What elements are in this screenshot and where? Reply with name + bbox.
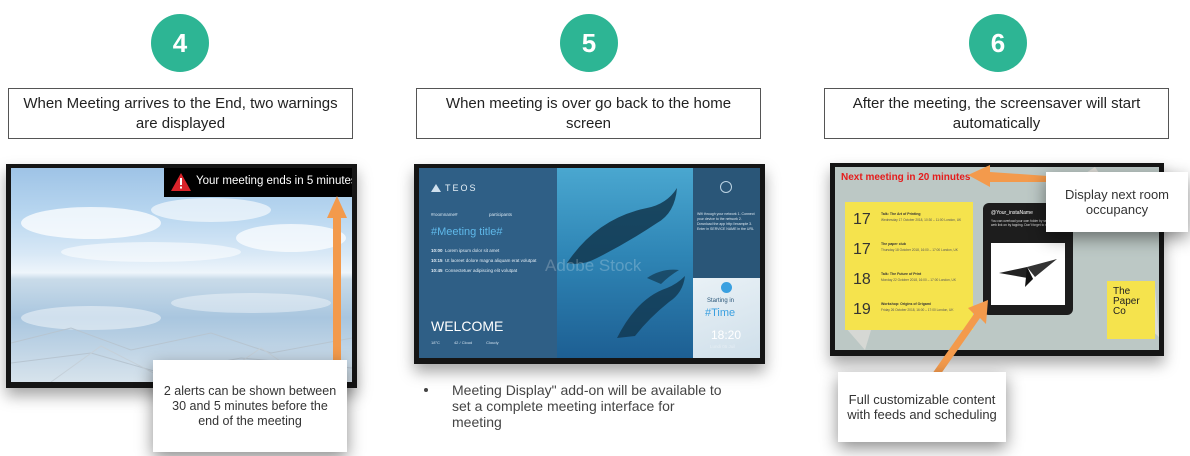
tv-display-5: Adobe Stock TEOS #roomname# participants… <box>414 164 765 364</box>
salt-flat-screen: Your meeting ends in 5 minutes <box>11 168 352 382</box>
warning-banner: Your meeting ends in 5 minutes <box>164 168 352 197</box>
arrow-up-right-icon <box>932 300 988 378</box>
meeting-title: #Meeting title# <box>431 226 503 238</box>
arrow-up-icon <box>327 196 347 364</box>
event-item: 18 Talk: The Future of Print Monday 22 O… <box>853 271 956 288</box>
bullet-icon <box>424 388 428 392</box>
agenda-item: 10:15 Ut laoreet dolore magna aliquam er… <box>431 258 537 263</box>
whale-image: Adobe Stock <box>545 168 693 358</box>
room-label: #roomname# <box>431 212 458 217</box>
time-tag: #Time <box>705 307 736 319</box>
date: Lundi 05 Juil <box>710 344 736 349</box>
step-6-number: 6 <box>990 27 1006 58</box>
step-4-badge: 4 <box>151 14 209 72</box>
agenda-item: 10:45 Consectetuer adipiscing elit volut… <box>431 268 518 273</box>
customizable-content-callout: Full customizable content with feeds and… <box>838 372 1006 442</box>
origami-photo <box>991 243 1065 305</box>
tv-display-4: Your meeting ends in 5 minutes <box>6 164 357 388</box>
clock: 18:20 <box>711 328 742 342</box>
room-occupancy-callout: Display next room occupancy <box>1046 172 1188 232</box>
step-6-badge: 6 <box>969 14 1027 72</box>
arrow-left-icon <box>968 165 1048 187</box>
warning-triangle-icon <box>171 173 191 191</box>
event-item: 17 Talk: The Art of Printing Wednesday 1… <box>853 211 962 228</box>
agenda-item: 10:00 Lorem ipsum dolor sit amet <box>431 248 500 253</box>
meeting-status-panel: Wifi through your network 1. Connect you… <box>693 168 760 358</box>
starting-in-label: Starting in <box>707 298 735 304</box>
next-meeting-banner: Next meeting in 20 minutes <box>841 172 971 183</box>
crane-icon <box>999 259 1057 287</box>
logo-icon <box>431 184 441 192</box>
step-5-caption: When meeting is over go back to the home… <box>416 88 761 139</box>
weather-bar: 18°C 42 / Cloud Cloudy <box>431 340 581 345</box>
wifi-info: Wifi through your network 1. Connect you… <box>697 212 755 231</box>
event-item: 17 The paper club Thursday 18 October 20… <box>853 241 958 258</box>
step-5-badge: 5 <box>560 14 618 72</box>
weather-item: 42 / Cloud <box>453 340 473 345</box>
brand-logo: The Paper Co <box>1113 286 1140 317</box>
addon-text: Meeting Display" add-on will be availabl… <box>452 382 722 430</box>
alerts-callout: 2 alerts can be shown between 30 and 5 m… <box>153 360 347 452</box>
timer-icon <box>721 282 732 293</box>
agenda-list: 10:00 Lorem ipsum dolor sit amet 10:15 U… <box>431 246 555 276</box>
step-5-number: 5 <box>581 27 597 58</box>
meeting-home-screen: Adobe Stock TEOS #roomname# participants… <box>419 168 760 358</box>
step-4-caption: When Meeting arrives to the End, two war… <box>8 88 353 139</box>
warning-text: Your meeting ends in 5 minutes <box>196 175 352 187</box>
settings-icon <box>720 181 732 193</box>
welcome-text: WELCOME <box>431 318 504 334</box>
weather-item: 18°C <box>431 340 440 345</box>
participants-label: participants <box>489 212 513 217</box>
stock-watermark: Adobe Stock <box>545 256 642 275</box>
weather-item: Cloudy <box>486 340 499 345</box>
logo-text: TEOS <box>445 183 478 193</box>
step-6-caption: After the meeting, the screensaver will … <box>824 88 1169 139</box>
meeting-info-panel: TEOS #roomname# participants #Meeting ti… <box>419 168 557 358</box>
step-4-number: 4 <box>172 27 188 58</box>
salt-flat-image <box>11 198 352 382</box>
social-handle: @Your_instaName <box>991 210 1033 216</box>
brand-card: The Paper Co <box>1107 281 1155 339</box>
